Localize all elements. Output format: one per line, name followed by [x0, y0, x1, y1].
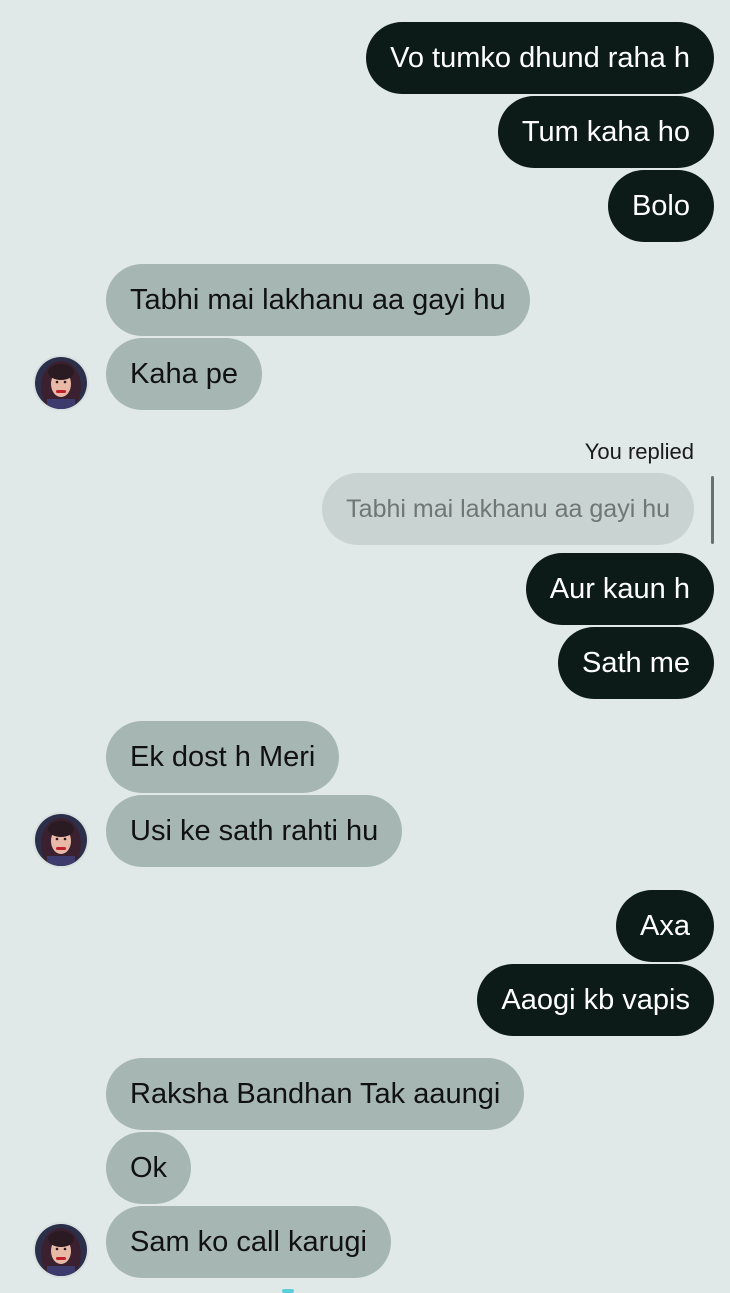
sent-message-bubble[interactable]: Sath me — [558, 627, 714, 699]
received-message-bubble[interactable]: Ok — [106, 1132, 192, 1204]
typing-indicator-icon — [282, 1289, 294, 1293]
avatar-photo — [35, 1224, 87, 1276]
contact-avatar-icon[interactable] — [33, 812, 89, 868]
received-message-bubble[interactable]: Raksha Bandhan Tak aaungi — [106, 1058, 525, 1130]
sent-message-bubble[interactable]: Tum kaha ho — [497, 96, 714, 168]
received-message-bubble[interactable]: Usi ke sath rahti hu — [106, 795, 403, 867]
chat-thread[interactable]: Vo tumko dhund raha h Tum kaha ho Bolo T… — [0, 0, 730, 1293]
reply-indicator-bar — [711, 476, 714, 544]
received-message-bubble[interactable]: Ek dost h Meri — [106, 721, 340, 793]
sent-message-bubble[interactable]: Vo tumko dhund raha h — [366, 22, 714, 94]
received-message-bubble[interactable]: Kaha pe — [106, 338, 263, 410]
quoted-message-bubble[interactable]: Tabhi mai lakhanu aa gayi hu — [322, 473, 694, 545]
avatar-photo — [35, 357, 87, 409]
reply-label: You replied — [584, 439, 694, 464]
contact-avatar-icon[interactable] — [33, 355, 89, 411]
sent-message-bubble[interactable]: Aaogi kb vapis — [477, 964, 714, 1036]
contact-avatar-icon[interactable] — [33, 1222, 89, 1278]
received-message-bubble[interactable]: Sam ko call karugi — [106, 1206, 391, 1278]
sent-message-bubble[interactable]: Axa — [616, 890, 714, 962]
sent-message-bubble[interactable]: Bolo — [607, 170, 714, 242]
avatar-photo — [35, 814, 87, 866]
received-message-bubble[interactable]: Tabhi mai lakhanu aa gayi hu — [106, 264, 530, 336]
sent-message-bubble[interactable]: Aur kaun h — [525, 553, 714, 625]
